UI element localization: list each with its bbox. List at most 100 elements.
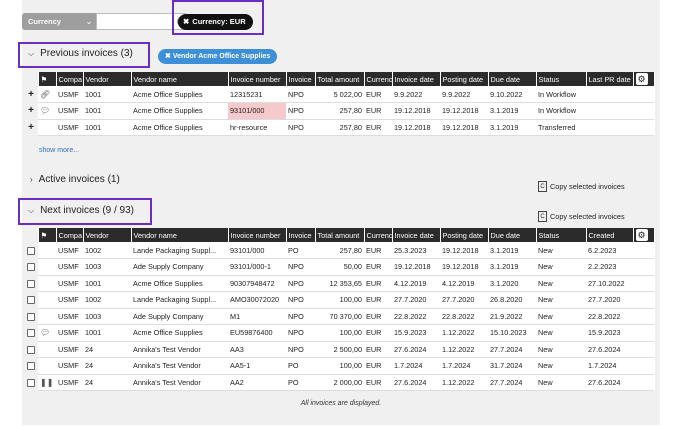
column-header[interactable]: Invoice number — [228, 72, 287, 86]
active-invoices-header[interactable]: › Active invoices (1) — [30, 174, 120, 185]
table-row[interactable]: USMF 1001 Acme Office Supplies 90307948472 N… — [24, 275, 654, 292]
column-header[interactable]: Vendor — [83, 72, 132, 86]
row-checkbox[interactable] — [27, 312, 35, 321]
row-checkbox[interactable] — [27, 263, 35, 272]
row-icon-cell — [38, 291, 56, 309]
table-row[interactable]: USMF 24 Annika's Test Vendor AA3 NPO 2 500,00… — [24, 341, 654, 358]
column-header[interactable]: Currency — [364, 228, 393, 242]
row-select[interactable] — [24, 374, 38, 391]
expand-row-button[interactable]: + — [24, 119, 38, 136]
gear-icon[interactable]: ⚙ — [635, 229, 648, 241]
expand-row-button[interactable]: + — [24, 102, 38, 119]
row-checkbox[interactable] — [27, 362, 35, 371]
plus-icon[interactable]: + — [28, 122, 34, 133]
column-header[interactable]: Status — [536, 228, 587, 242]
column-header[interactable]: Invoice number — [228, 228, 287, 242]
copy-selected-active-button[interactable]: C Copy selected invoices — [538, 181, 625, 192]
table-cell: 26.8.2020 — [488, 291, 536, 309]
row-select[interactable] — [24, 258, 38, 275]
row-checkbox[interactable] — [27, 378, 35, 387]
close-icon[interactable]: ✖ — [183, 17, 189, 26]
column-header[interactable]: Last PR date — [586, 72, 634, 86]
table-row[interactable]: ❚❚ USMF 24 Annika's Test Vendor AA2 PO 2 000,0… — [24, 374, 654, 391]
table-cell: USMF — [56, 374, 83, 391]
column-header[interactable]: Total amount — [315, 72, 365, 86]
row-end — [633, 102, 654, 120]
row-icon-cell — [38, 308, 56, 325]
table-cell: EUR — [364, 86, 392, 103]
column-header[interactable]: Status — [536, 72, 587, 86]
gear-icon[interactable]: ⚙ — [635, 73, 648, 85]
table-row[interactable]: USMF 1002 Lande Packaging Suppl... 93101/00… — [24, 242, 654, 259]
table-cell: Annika's Test Vendor — [131, 357, 228, 375]
row-select[interactable] — [24, 324, 38, 341]
row-checkbox[interactable] — [27, 279, 35, 288]
table-cell: 1001 — [83, 102, 131, 120]
row-select[interactable] — [24, 291, 38, 308]
row-select[interactable] — [24, 341, 38, 358]
table-cell: 1001 — [83, 86, 131, 103]
column-header[interactable]: Compa — [56, 228, 84, 242]
table-row[interactable]: USMF 1003 Ade Supply Company 93101/000-1 NPO… — [24, 258, 654, 276]
plus-icon[interactable]: + — [28, 89, 34, 100]
table-row[interactable]: + USMF 1001 Acme Office Supplies hr-resource… — [24, 119, 654, 136]
table-cell: NPO — [286, 308, 315, 325]
row-checkbox[interactable] — [27, 246, 35, 255]
table-cell: 12 353,65 — [315, 275, 364, 292]
table-row[interactable]: + 🔗︎ USMF 1001 Acme Office Supplies 12315231 N… — [24, 86, 654, 103]
row-checkbox[interactable] — [27, 329, 35, 338]
currency-filter[interactable]: Currency ⌄ ⌄ — [22, 13, 192, 30]
column-header[interactable]: Due date — [488, 228, 537, 242]
column-header[interactable]: Invoice date — [392, 228, 441, 242]
column-header[interactable]: Currency — [364, 72, 393, 86]
column-header[interactable]: Posting date — [440, 72, 489, 86]
column-header[interactable]: Invoice date — [392, 72, 441, 86]
row-select[interactable] — [24, 242, 38, 259]
column-header[interactable]: Total amount — [315, 228, 365, 242]
table-cell: 27.7.2024 — [488, 374, 536, 391]
column-header[interactable]: Invoice — [286, 72, 316, 86]
row-select[interactable] — [24, 275, 38, 292]
row-end — [633, 291, 654, 309]
plus-icon[interactable]: + — [28, 105, 34, 116]
table-row[interactable]: 💬︎ USMF 1001 Acme Office Supplies EU59876400… — [24, 324, 654, 342]
previous-invoices-header[interactable]: ⌵ Previous invoices (3) — [28, 48, 133, 59]
chevron-down-icon[interactable]: ⌄ — [82, 13, 96, 30]
copy-label: Copy selected invoices — [550, 212, 625, 221]
table-row[interactable]: USMF 1003 Ade Supply Company M1 NPO 70 370,00… — [24, 308, 654, 325]
column-header[interactable]: Invoice — [286, 228, 316, 242]
table-cell — [586, 86, 633, 103]
column-settings[interactable]: ⚙ — [633, 72, 655, 86]
table-cell: 19.12.2018 — [392, 258, 440, 276]
row-select[interactable] — [24, 308, 38, 325]
expand-row-button[interactable]: + — [24, 86, 38, 103]
table-cell: 257,80 — [315, 242, 364, 259]
close-icon[interactable]: ✖ — [165, 53, 171, 60]
copy-selected-next-button[interactable]: C Copy selected invoices — [538, 211, 625, 222]
currency-eur-chip[interactable]: ✖ Currency: EUR — [178, 14, 253, 30]
row-checkbox[interactable] — [27, 345, 35, 354]
row-end — [633, 119, 654, 136]
table-cell: M1 — [228, 308, 286, 325]
next-invoices-header[interactable]: ⌵ Next invoices (9 / 93) — [28, 205, 134, 216]
column-header[interactable]: Posting date — [440, 228, 489, 242]
column-header[interactable]: Vendor name — [131, 228, 229, 242]
table-cell: New — [536, 357, 586, 375]
column-header[interactable]: Vendor — [83, 228, 132, 242]
comment-icon: 💬︎ — [40, 328, 51, 338]
table-row[interactable]: USMF 1002 Lande Packaging Suppl... AMO30072… — [24, 291, 654, 309]
column-header[interactable]: Compa — [56, 72, 84, 86]
column-header[interactable]: Created — [586, 228, 634, 242]
table-row[interactable]: USMF 24 Annika's Test Vendor AA5-1 PO 100,00 E… — [24, 357, 654, 375]
row-select[interactable] — [24, 357, 38, 374]
column-header[interactable]: Due date — [488, 72, 537, 86]
vendor-filter-chip[interactable]: ✖ Vendor Acme Office Supplies — [158, 49, 278, 64]
table-cell: EUR — [364, 357, 392, 375]
show-more-link[interactable]: show more... — [39, 147, 79, 154]
table-cell: 1002 — [83, 291, 131, 309]
column-settings[interactable]: ⚙ — [633, 228, 655, 242]
column-header[interactable]: Vendor name — [131, 72, 229, 86]
table-row[interactable]: + 💬︎ USMF 1001 Acme Office Supplies 93101/000… — [24, 102, 654, 120]
table-cell: EUR — [364, 275, 392, 292]
row-checkbox[interactable] — [27, 296, 35, 305]
